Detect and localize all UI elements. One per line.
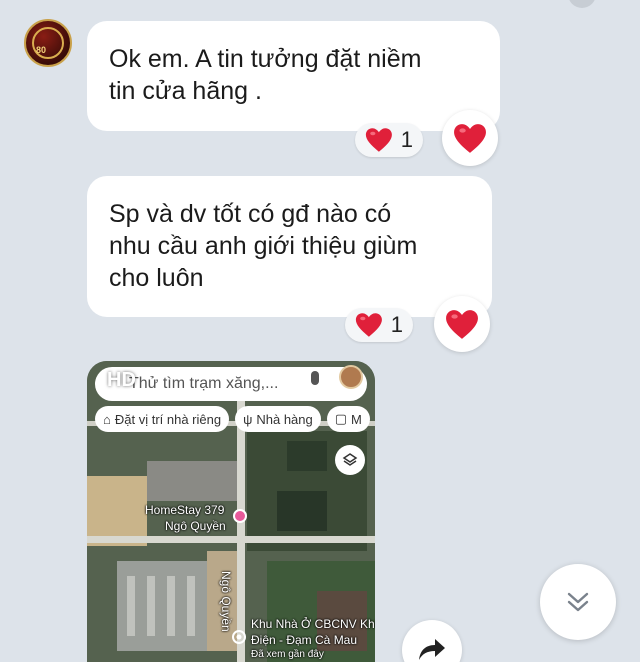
avatar-badge: 80 [36, 45, 47, 55]
layers-icon [342, 453, 358, 466]
chip-shopping[interactable]: ▢ M [326, 406, 370, 432]
map-street-label: Ngô Quyền [219, 571, 233, 632]
message-text-line: tin cửa hãng . [109, 77, 262, 105]
home-icon: ⌂ [103, 411, 111, 427]
forward-button[interactable] [402, 620, 462, 662]
image-attachment[interactable]: Thử tìm trạm xăng,... HD ⌂ Đặt vị trí nh… [87, 361, 375, 662]
heart-icon [355, 313, 382, 337]
message-text-line: cho luôn [109, 264, 204, 292]
restaurant-icon: ψ [243, 411, 253, 427]
hd-badge: HD [107, 369, 136, 391]
chip-label: Đặt vị trí nhà riêng [114, 411, 222, 427]
top-partial-button [568, 0, 596, 8]
reaction-count: 1 [390, 312, 403, 337]
share-arrow-icon [419, 639, 445, 660]
message-bubble[interactable]: Sp và dv tốt có gđ nào có nhu cầu anh gi… [87, 176, 492, 317]
message-bubble[interactable]: Ok em. A tin tưởng đặt niềm tin cửa hãng… [87, 21, 500, 131]
map-pin-icon [233, 509, 247, 523]
search-placeholder: Thử tìm trạm xăng,... [129, 375, 279, 392]
profile-avatar-icon [339, 365, 363, 389]
map-place-label: Khu Nhà Ở CBCNV Khí [251, 617, 375, 631]
chip-label: Nhà hàng [256, 411, 313, 427]
chip-label: M [351, 411, 362, 427]
microphone-icon [311, 371, 319, 385]
double-chevron-down-icon [567, 592, 589, 612]
reaction-count: 1 [400, 127, 413, 152]
react-heart-button[interactable] [434, 296, 490, 352]
react-heart-button[interactable] [442, 110, 498, 166]
map-place-label: HomeStay 379 [145, 503, 225, 517]
sender-avatar[interactable]: 80 [24, 19, 72, 67]
message-text-line: nhu cầu anh giới thiệu giùm [109, 232, 418, 260]
location-marker-icon [232, 630, 246, 644]
reaction-summary[interactable]: 1 [345, 308, 413, 342]
chip-home[interactable]: ⌂ Đặt vị trí nhà riêng [95, 406, 230, 432]
message-text-line: Sp và dv tốt có gđ nào có [109, 200, 392, 228]
chip-restaurant[interactable]: ψ Nhà hàng [235, 406, 321, 432]
layers-button[interactable] [335, 445, 365, 475]
map-place-label: Điện - Đạm Cà Mau [251, 633, 358, 647]
reaction-summary[interactable]: 1 [355, 123, 423, 157]
heart-icon [365, 128, 392, 152]
map-category-chips: ⌂ Đặt vị trí nhà riêng ψ Nhà hàng ▢ M [95, 406, 370, 432]
map-place-label: Ngô Quyền [165, 519, 226, 533]
heart-icon [454, 123, 486, 153]
message-text-line: Ok em. A tin tưởng đặt niềm [109, 45, 422, 73]
scroll-to-bottom-button[interactable] [540, 564, 616, 640]
heart-icon [446, 309, 478, 339]
bag-icon: ▢ [334, 411, 348, 426]
map-place-label: Đã xem gần đây [251, 649, 324, 660]
